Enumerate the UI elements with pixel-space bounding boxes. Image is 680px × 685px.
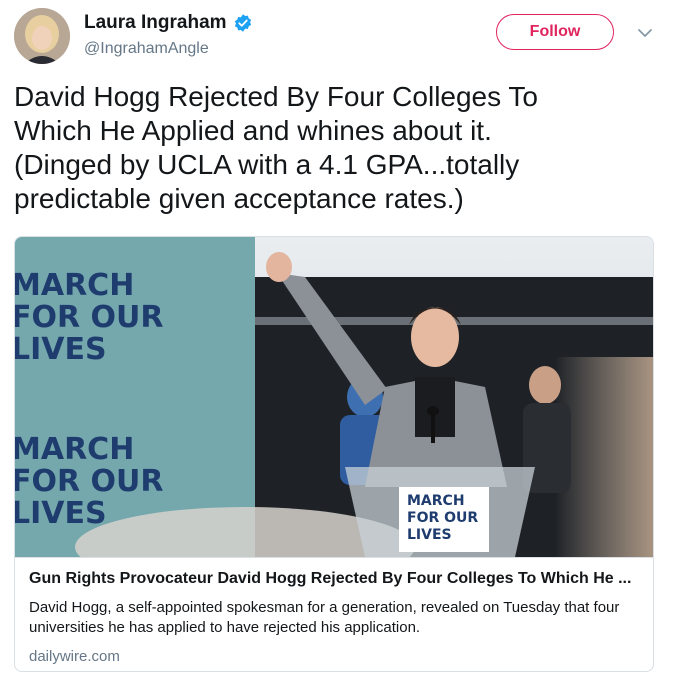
svg-text:MARCH: MARCH <box>15 268 134 303</box>
author-handle[interactable]: @IngrahamAngle <box>84 40 209 58</box>
svg-text:MARCH: MARCH <box>407 493 465 509</box>
card-title[interactable]: Gun Rights Provocateur David Hogg Reject… <box>29 570 641 588</box>
svg-text:FOR OUR: FOR OUR <box>407 510 478 526</box>
svg-text:MARCH: MARCH <box>15 432 134 467</box>
link-card[interactable]: MARCH FOR OUR LIVES MARCH FOR OUR LIVES <box>14 236 654 672</box>
avatar[interactable] <box>14 8 70 64</box>
card-image: MARCH FOR OUR LIVES MARCH FOR OUR LIVES <box>15 237 653 557</box>
verified-badge-icon <box>234 14 251 32</box>
svg-text:FOR OUR: FOR OUR <box>15 300 164 335</box>
chevron-down-icon[interactable] <box>636 26 654 40</box>
author-name[interactable]: Laura Ingraham <box>84 12 227 34</box>
svg-text:FOR OUR: FOR OUR <box>15 464 164 499</box>
card-description: David Hogg, a self-appointed spokesman f… <box>29 599 620 636</box>
svg-text:LIVES: LIVES <box>15 332 107 367</box>
card-domain: dailywire.com <box>29 648 120 665</box>
avatar-image <box>14 8 70 64</box>
svg-text:LIVES: LIVES <box>407 527 452 543</box>
tweet-text: David Hogg Rejected By Four Colleges To … <box>14 81 538 214</box>
svg-text:LIVES: LIVES <box>15 496 107 531</box>
follow-button[interactable]: Follow <box>496 14 614 50</box>
